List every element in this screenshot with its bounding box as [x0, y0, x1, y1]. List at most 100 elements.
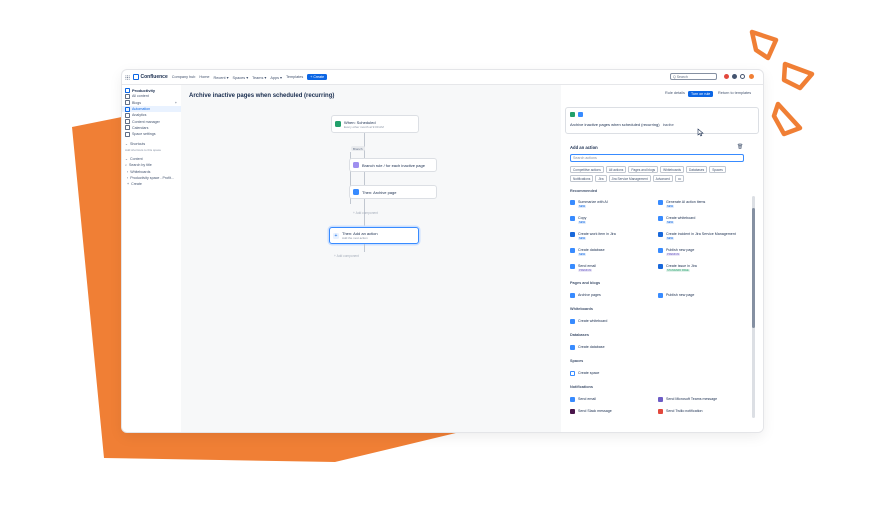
turn-on-rule-button[interactable]: Turn on rule	[688, 91, 714, 97]
app-switcher-icon[interactable]	[125, 74, 130, 80]
nav-spaces[interactable]: Spaces ▾	[233, 75, 249, 80]
recommended-action-item[interactable]: Publish new page PREMIUM	[658, 248, 694, 256]
rule-summary-title: Archive inactive pages when scheduled (r…	[570, 122, 660, 127]
nav-teams[interactable]: Teams ▾	[252, 75, 266, 80]
slack-icon	[570, 409, 575, 414]
add-action-section: Add an action 🗑 Search actions Competiti…	[565, 139, 752, 432]
rule-details-link[interactable]: Rule details	[665, 91, 685, 95]
action-send-teams-message[interactable]: Send Microsoft Teams message	[658, 397, 717, 402]
recommended-action-item[interactable]: Generate AI action items NEW	[658, 200, 705, 208]
panel-scrollbar-thumb[interactable]	[752, 208, 755, 328]
action-send-email[interactable]: Send email	[570, 397, 596, 402]
branch-step-node[interactable]: Branch rule / for each inactive page	[349, 158, 437, 172]
sidebar-item-space-settings[interactable]: Space settings	[122, 131, 181, 137]
recommended-action-item[interactable]: Create incident in Jira Service Manageme…	[658, 232, 736, 240]
action-publish-new-page[interactable]: Publish new page	[658, 293, 694, 298]
twilio-icon	[658, 409, 663, 414]
recommended-action-text: Publish new page PREMIUM	[666, 248, 694, 256]
action-icon	[570, 216, 575, 221]
action-category-chip[interactable]: Advanced	[652, 175, 673, 183]
action-archive-pages[interactable]: Archive pages	[570, 293, 601, 298]
recommended-action-text: Summarize with AI NEW	[578, 200, 608, 208]
tree-item-create[interactable]: + Create	[122, 181, 181, 187]
chevron-down-icon: ⌄	[125, 141, 129, 146]
add-blog-icon[interactable]: +	[175, 101, 177, 105]
help-icon[interactable]	[732, 74, 737, 79]
plus-icon: +	[127, 182, 130, 187]
action-create-space[interactable]: Create space	[570, 371, 599, 376]
settings-icon	[125, 131, 130, 137]
add-action-node[interactable]: + Then: Add an action Add the next actio…	[329, 227, 419, 244]
recommended-action-label: Generate AI action items	[666, 200, 706, 204]
action-category-chip[interactable]: Spaces	[709, 166, 726, 174]
trigger-node[interactable]: When: Scheduled Every other month at 9:0…	[331, 115, 419, 133]
nav-recent[interactable]: Recent ▾	[214, 75, 229, 80]
recommended-action-text: Copy NEW	[578, 216, 586, 224]
action-icon	[570, 232, 575, 237]
action-tag-badge: NEW	[578, 253, 587, 256]
create-button[interactable]: + Create	[307, 74, 328, 80]
confluence-logo[interactable]: Confluence	[133, 74, 168, 80]
delete-icon[interactable]: 🗑	[737, 144, 743, 150]
recommended-action-text: Create work item in Jira NEW	[578, 232, 616, 240]
action-create-whiteboard[interactable]: Create whiteboard	[570, 319, 607, 324]
action-category-chip[interactable]: Jira Service Management	[608, 175, 651, 183]
database-icon	[570, 345, 575, 350]
settings-icon[interactable]	[740, 74, 745, 79]
calendar-icon	[125, 125, 130, 131]
recommended-action-item[interactable]: Create issue in Jira STANDARD FREE	[658, 264, 697, 272]
title-more-icon[interactable]: •••	[329, 94, 334, 100]
add-component-outer-button[interactable]: + Add component	[334, 254, 359, 258]
archive-step-label: Then: Archive page	[362, 189, 397, 195]
spaces-section-label: Spaces	[570, 359, 584, 363]
action-category-chip[interactable]: Pages and blogs	[628, 166, 659, 174]
action-category-chip[interactable]: Notifications	[570, 175, 594, 183]
recommended-action-item[interactable]: Summarize with AI NEW	[570, 200, 608, 208]
databases-section-label: Databases	[570, 333, 589, 337]
search-icon: ⌕	[125, 163, 128, 168]
action-send-twilio-notification[interactable]: Send Twilio notification	[658, 409, 703, 414]
nav-apps[interactable]: Apps ▾	[270, 75, 282, 80]
action-category-chip[interactable]: •••	[674, 175, 685, 183]
recommended-action-item[interactable]: Create database NEW	[570, 248, 605, 256]
archive-step-node[interactable]: Then: Archive page	[349, 185, 437, 199]
action-icon	[570, 248, 575, 253]
recommended-action-item[interactable]: Send email PREMIUM	[570, 264, 596, 272]
chevron-right-icon: ›	[127, 169, 129, 174]
action-create-database[interactable]: Create database	[570, 345, 605, 350]
notifications-icon[interactable]	[724, 74, 729, 79]
pages-section-label: Pages and blogs	[570, 281, 601, 285]
action-category-chip[interactable]: Competitive actions	[570, 166, 604, 174]
add-component-inner-button[interactable]: + Add component	[353, 211, 378, 215]
notifications-section-label: Notifications	[570, 385, 593, 389]
return-to-templates-link[interactable]: Return to templates	[718, 91, 751, 95]
action-send-slack-message[interactable]: Send Slack message	[570, 409, 612, 414]
page-title: Archive inactive pages when scheduled (r…	[189, 93, 335, 99]
recommended-action-item[interactable]: Create whiteboard NEW	[658, 216, 695, 224]
search-input[interactable]: Q Search	[670, 73, 717, 80]
branch-pill: Branch	[351, 146, 365, 152]
action-icon	[658, 248, 663, 253]
action-category-chip[interactable]: Jira	[595, 175, 607, 183]
recommended-action-item[interactable]: Copy NEW	[570, 216, 586, 224]
action-search-input[interactable]: Search actions	[570, 154, 744, 162]
nav-templates[interactable]: Templates	[286, 75, 303, 79]
trigger-text: When: Scheduled Every other month at 9:0…	[344, 120, 384, 129]
action-tag-badge: NEW	[578, 237, 587, 240]
action-category-chips: Competitive actions All actions Pages and …	[570, 166, 748, 183]
avatar[interactable]	[749, 74, 754, 79]
action-category-chip[interactable]: Databases	[686, 166, 708, 174]
action-category-chip[interactable]: Whiteboards	[660, 166, 685, 174]
recommended-action-label: Summarize with AI	[578, 200, 608, 204]
action-icon	[658, 200, 663, 205]
branch-icon	[353, 162, 359, 168]
action-tag-badge: NEW	[666, 205, 675, 208]
action-category-chip[interactable]: All actions	[605, 166, 627, 174]
nav-home[interactable]: Home	[199, 75, 209, 79]
archive-icon	[578, 112, 583, 117]
rule-canvas[interactable]: Archive inactive pages when scheduled (r…	[181, 85, 561, 432]
blog-icon	[125, 100, 130, 106]
recommended-action-item[interactable]: Create work item in Jira NEW	[570, 232, 616, 240]
nav-company-hub[interactable]: Company hub	[172, 75, 196, 79]
mouse-pointer-icon	[697, 128, 704, 137]
